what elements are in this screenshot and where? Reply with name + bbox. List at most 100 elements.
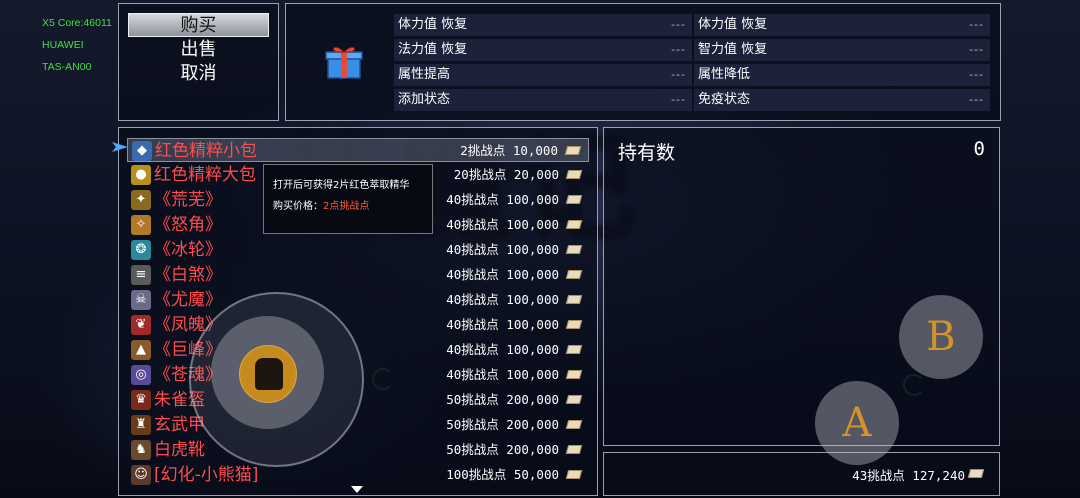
shop-item-row[interactable]: ♞ 白虎靴 50挑战点 200,000	[127, 438, 589, 462]
ticket-icon	[564, 146, 582, 155]
stat-immune-state: 免疫状态 ---	[694, 89, 990, 111]
wasteland-skill-icon: ✦	[131, 190, 151, 210]
ticket-icon	[565, 320, 583, 329]
item-name: 《白煞》	[154, 265, 222, 285]
stat-label: 体力值 恢复	[698, 17, 768, 32]
ticket-icon	[967, 469, 985, 478]
item-cost: 40挑战点 100,000	[446, 367, 559, 382]
stat-label: 法力值 恢复	[398, 42, 468, 57]
stat-label: 添加状态	[398, 92, 451, 107]
device-info: X5 Core:46011 HUAWEI TAS-AN00	[42, 12, 112, 78]
shop-item-row[interactable]: ❂ 《冰轮》 40挑战点 100,000	[127, 238, 589, 262]
selection-cursor-icon	[112, 142, 128, 152]
shop-item-row[interactable]: ◆ 红色精粹小包 2挑战点 10,000	[127, 138, 589, 162]
azure-soul-skill-icon: ◎	[131, 365, 151, 385]
phoenix-skill-icon: ❦	[131, 315, 151, 335]
item-cost: 40挑战点 100,000	[446, 342, 559, 357]
stat-value: ---	[969, 93, 984, 106]
tortoise-armor-icon: ♜	[131, 415, 151, 435]
stat-int-recover: 智力值 恢复 ---	[694, 39, 990, 61]
item-cost: 40挑战点 100,000	[446, 267, 559, 282]
tooltip-description: 打开后可获得2片红色萃取精华	[273, 180, 410, 191]
ticket-icon	[565, 245, 583, 254]
stat-value: ---	[969, 18, 984, 31]
gold-pouch-icon: ●	[131, 165, 151, 185]
stat-value: ---	[671, 18, 686, 31]
item-name: 《尤魔》	[154, 290, 222, 310]
buy-command[interactable]: 购买	[128, 13, 269, 37]
giant-peak-skill-icon: ▲	[131, 340, 151, 360]
ticket-icon	[565, 220, 583, 229]
stat-value: ---	[969, 68, 984, 81]
stat-value: ---	[671, 68, 686, 81]
stat-label: 属性提高	[398, 67, 451, 82]
tooltip-price-value: 2点挑战点	[323, 201, 370, 212]
tooltip-price-label: 购买价格：	[273, 201, 323, 212]
device-model: TAS-AN00	[42, 61, 92, 73]
shop-item-row[interactable]: ☠ 《尤魔》 40挑战点 100,000	[127, 288, 589, 312]
gift-box-icon	[325, 46, 363, 79]
item-cost: 50挑战点 200,000	[446, 417, 559, 432]
white-fiend-skill-icon: ≡	[131, 265, 151, 285]
a-button[interactable]: A	[815, 381, 899, 465]
item-cost: 40挑战点 100,000	[446, 317, 559, 332]
ticket-icon	[565, 420, 583, 429]
item-name: 红色精粹小包	[155, 141, 257, 161]
cancel-command[interactable]: 取消	[128, 62, 269, 86]
currency-amount: 43挑战点 127,240	[852, 468, 965, 483]
item-name: 红色精粹大包	[154, 165, 256, 185]
demon-mask-skill-icon: ☠	[131, 290, 151, 310]
item-cost: 20挑战点 20,000	[453, 167, 559, 182]
item-name: 《冰轮》	[154, 240, 222, 260]
item-cost: 40挑战点 100,000	[446, 217, 559, 232]
holding-count: 0	[973, 138, 985, 160]
currency-panel: 43挑战点 127,240	[603, 452, 1000, 496]
tiger-boots-icon: ♞	[131, 440, 151, 460]
command-panel: 购买 出售 取消	[118, 3, 279, 121]
item-name: [幻化-小熊猫]	[154, 465, 259, 485]
stat-mp-recover: 法力值 恢复 ---	[394, 39, 692, 61]
item-name: 白虎靴	[154, 440, 205, 460]
item-name: 《怒角》	[154, 215, 222, 235]
stat-label: 智力值 恢复	[698, 42, 768, 57]
stat-hp-recover: 体力值 恢复 ---	[394, 14, 692, 36]
horn-skill-icon: ✧	[131, 215, 151, 235]
item-name: 《荒芜》	[154, 190, 222, 210]
stat-attr-down: 属性降低 ---	[694, 64, 990, 86]
stat-label: 免疫状态	[698, 92, 751, 107]
vermilion-helmet-icon: ♛	[131, 390, 151, 410]
ticket-icon	[565, 170, 583, 179]
stat-hp-recover-2: 体力值 恢复 ---	[694, 14, 990, 36]
tooltip-price: 购买价格：2点挑战点	[273, 196, 423, 217]
item-info-panel: 体力值 恢复 --- 体力值 恢复 --- 法力值 恢复 --- 智力值 恢复 …	[285, 3, 1001, 121]
item-cost: 2挑战点 10,000	[460, 143, 558, 158]
item-cost: 40挑战点 100,000	[446, 292, 559, 307]
blue-gem-icon: ◆	[132, 141, 152, 161]
sell-command[interactable]: 出售	[128, 38, 269, 62]
item-cost: 100挑战点 50,000	[446, 467, 559, 482]
stat-value: ---	[671, 43, 686, 56]
red-panda-icon: ☺	[131, 465, 151, 485]
ticket-icon	[565, 445, 583, 454]
holding-panel: 持有数 0	[603, 127, 1000, 446]
stat-value: ---	[671, 93, 686, 106]
device-core: X5 Core:46011	[42, 17, 112, 29]
shop-item-row[interactable]: ≡ 《白煞》 40挑战点 100,000	[127, 263, 589, 287]
stat-label: 体力值 恢复	[398, 17, 468, 32]
item-cost: 50挑战点 200,000	[446, 442, 559, 457]
armor-icon[interactable]	[239, 345, 297, 403]
shop-item-row[interactable]: ☺ [幻化-小熊猫] 100挑战点 50,000	[127, 463, 589, 487]
item-cost: 50挑战点 200,000	[446, 392, 559, 407]
ice-wheel-skill-icon: ❂	[131, 240, 151, 260]
stat-attr-up: 属性提高 ---	[394, 64, 692, 86]
ticket-icon	[565, 395, 583, 404]
ticket-icon	[565, 345, 583, 354]
scroll-down-icon[interactable]	[351, 486, 363, 493]
ticket-icon	[565, 370, 583, 379]
holding-label: 持有数	[618, 142, 676, 164]
shop-item-row[interactable]: ❦ 《凤魄》 40挑战点 100,000	[127, 313, 589, 337]
ticket-icon	[565, 195, 583, 204]
b-button[interactable]: B	[899, 295, 983, 379]
device-brand: HUAWEI	[42, 39, 84, 51]
stat-value: ---	[969, 43, 984, 56]
